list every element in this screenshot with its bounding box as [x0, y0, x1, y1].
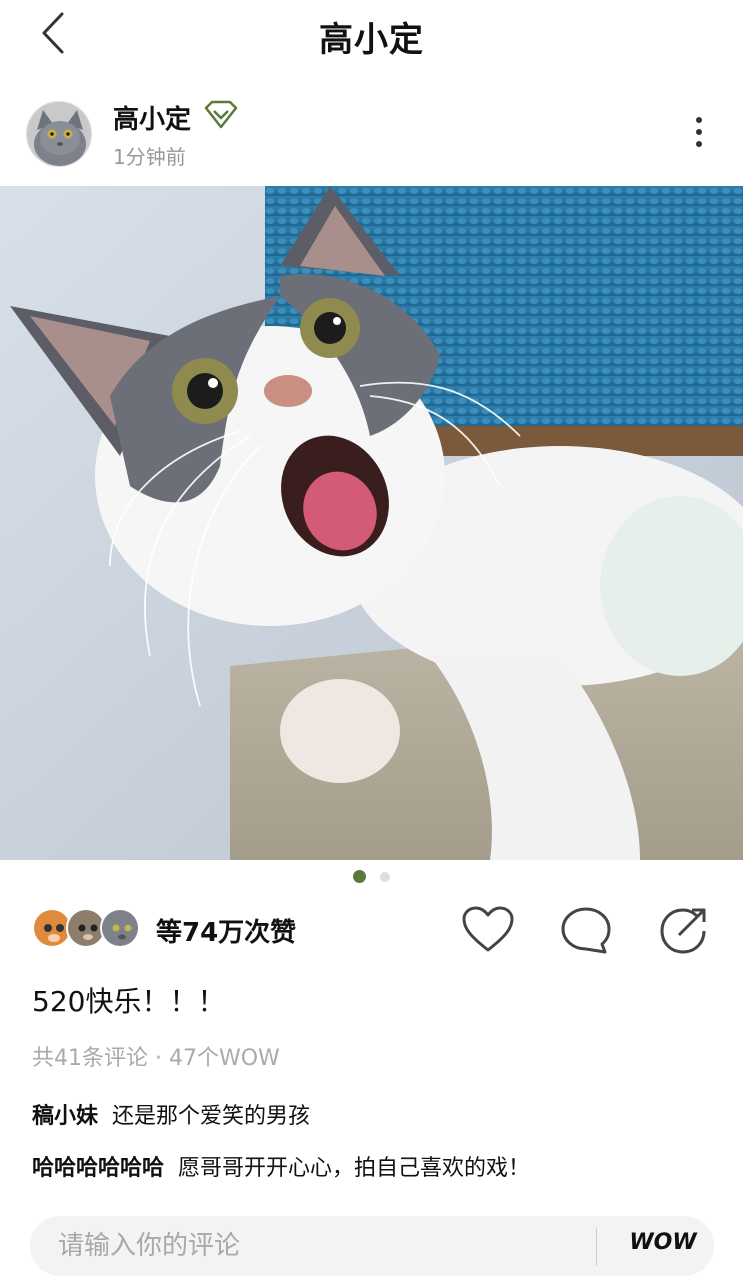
comment-input[interactable] — [58, 1226, 578, 1266]
diamond-icon — [203, 99, 239, 131]
divider — [596, 1228, 597, 1266]
comment-input-bar: WOW — [30, 1216, 714, 1276]
heart-icon[interactable] — [460, 904, 516, 956]
pager-dot-active[interactable] — [353, 870, 366, 883]
author-avatar[interactable] — [26, 101, 92, 167]
post-timestamp: 1分钟前 — [113, 145, 186, 169]
likes-count[interactable]: 等74万次赞 — [156, 912, 296, 949]
pager-dot[interactable] — [380, 871, 390, 882]
author-name[interactable]: 高小定 — [113, 99, 191, 136]
top-bar: 高小定 — [0, 0, 743, 70]
comment-item[interactable]: 哈哈哈哈哈哈 愿哥哥开开心心，拍自己喜欢的戏！ — [32, 1150, 530, 1182]
post-image[interactable] — [0, 186, 743, 860]
comment-text: 愿哥哥开开心心，拍自己喜欢的戏！ — [178, 1156, 531, 1181]
comment-wow-summary[interactable]: 共41条评论 · 47个WOW — [32, 1040, 280, 1072]
comment-bubble-icon[interactable] — [558, 904, 614, 956]
comment-text: 还是那个爱笑的男孩 — [112, 1104, 311, 1129]
comment-author[interactable]: 稿小妹 — [32, 1104, 98, 1129]
post-author-row: 高小定 1分钟前 — [0, 95, 743, 175]
liker-avatar[interactable] — [100, 908, 140, 948]
comment-author[interactable]: 哈哈哈哈哈哈 — [32, 1156, 164, 1181]
comment-item[interactable]: 稿小妹 还是那个爱笑的男孩 — [32, 1098, 310, 1130]
page-title: 高小定 — [319, 20, 424, 60]
likes-row: 等74万次赞 — [0, 900, 743, 964]
more-vertical-icon[interactable] — [688, 113, 710, 153]
image-pager — [0, 870, 743, 883]
share-arrow-icon[interactable] — [657, 904, 713, 956]
post-caption: 520快乐！！！ — [32, 985, 226, 1018]
wow-button[interactable]: WOW — [618, 1230, 708, 1255]
